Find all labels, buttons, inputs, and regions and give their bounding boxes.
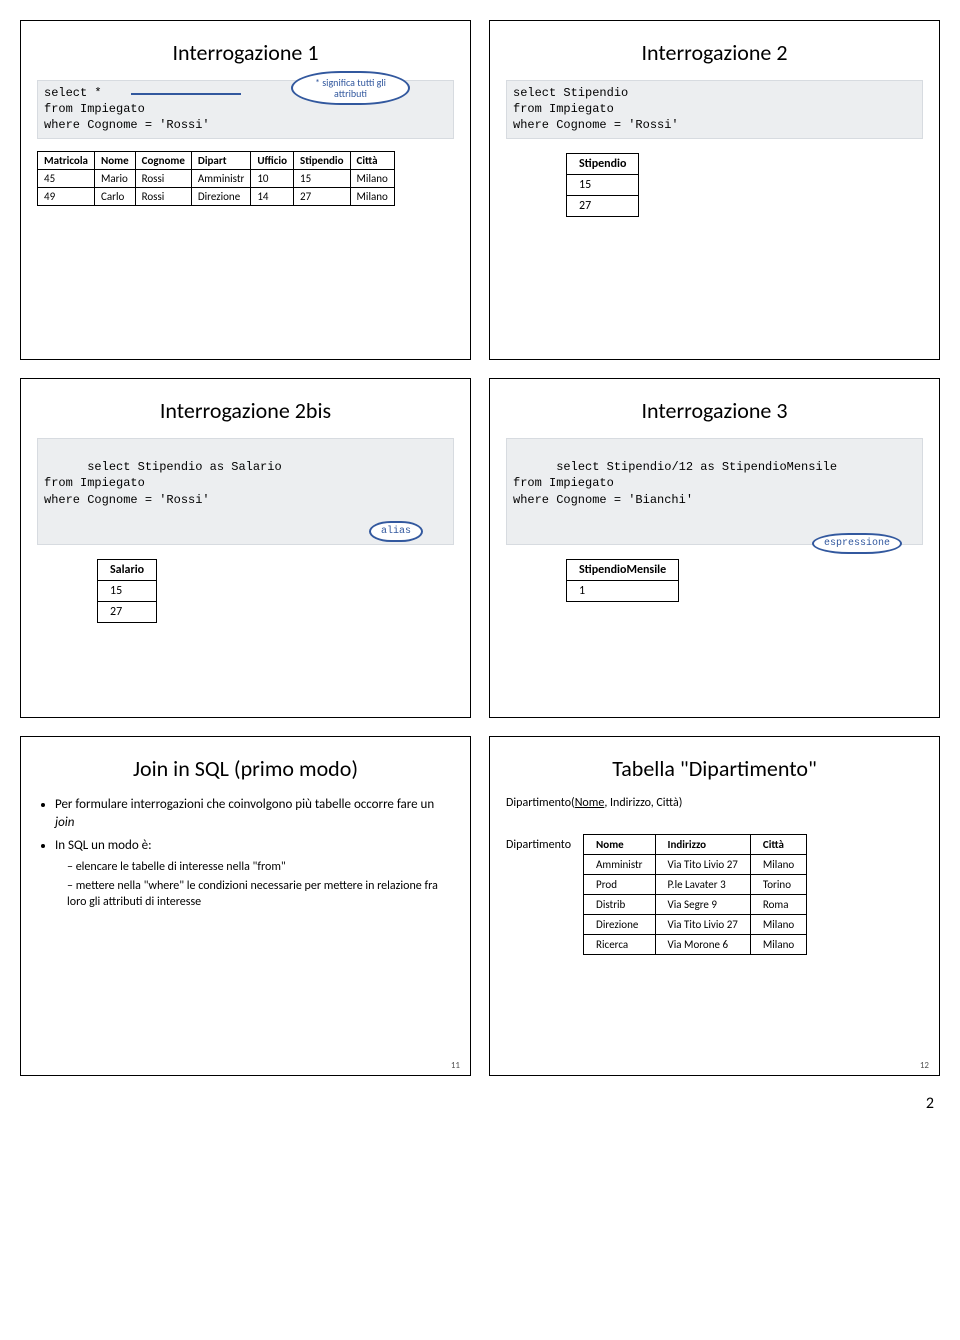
slide-title: Interrogazione 2bis <box>37 397 454 424</box>
result-table: Salario 15 27 <box>97 559 157 623</box>
result-table: Stipendio 15 27 <box>566 153 639 217</box>
slide-interrogazione-1: Interrogazione 1 select * from Impiegato… <box>20 20 471 360</box>
slide-grid: Interrogazione 1 select * from Impiegato… <box>20 20 940 1076</box>
result-table: Matricola Nome Cognome Dipart Ufficio St… <box>37 151 395 206</box>
sql-text: select Stipendio as Salario from Impiega… <box>44 460 282 506</box>
table-label: Dipartimento <box>506 820 571 852</box>
schema-line: Dipartimento(Nome, Indirizzo, Città) <box>506 796 923 810</box>
table-row: 49CarloRossiDirezione1427Milano <box>38 187 395 205</box>
col-header: Stipendio <box>567 153 639 174</box>
slide-number: 12 <box>920 1060 929 1071</box>
slide-number: 11 <box>451 1060 460 1071</box>
table-row: 1 <box>567 581 679 602</box>
table-row: DistribVia Segre 9Roma <box>584 895 807 915</box>
dipartimento-table: Nome Indirizzo Città AmministrVia Tito L… <box>583 834 807 955</box>
slide-title: Interrogazione 1 <box>37 39 454 66</box>
col-header: Matricola <box>38 151 95 169</box>
sql-code: select Stipendio as Salario from Impiega… <box>37 438 454 545</box>
list-item: Per formulare interrogazioni che coinvol… <box>55 796 454 831</box>
col-header: Città <box>750 835 806 855</box>
col-header: Cognome <box>135 151 191 169</box>
bullet-list: Per formulare interrogazioni che coinvol… <box>37 796 454 910</box>
list-item: elencare le tabelle di interesse nella "… <box>67 859 454 875</box>
col-header: Indirizzo <box>655 835 750 855</box>
sub-list: elencare le tabelle di interesse nella "… <box>55 859 454 911</box>
col-header: Città <box>350 151 394 169</box>
table-row: AmministrVia Tito Livio 27Milano <box>584 855 807 875</box>
col-header: Stipendio <box>294 151 351 169</box>
slide-title: Interrogazione 2 <box>506 39 923 66</box>
sql-code: select Stipendio/12 as StipendioMensile … <box>506 438 923 545</box>
table-row: 15 <box>98 581 157 602</box>
sql-code: select Stipendio from Impiegato where Co… <box>506 80 923 139</box>
table-row: 27 <box>567 195 639 216</box>
col-header: Ufficio <box>251 151 294 169</box>
slide-tabella-dipartimento: Tabella "Dipartimento" Dipartimento(Nome… <box>489 736 940 1076</box>
table-with-label: Dipartimento Nome Indirizzo Città Ammini… <box>506 820 923 955</box>
table-row: RicercaVia Morone 6Milano <box>584 935 807 955</box>
table-row: 27 <box>98 602 157 623</box>
tag-bubble: espressione <box>812 533 902 555</box>
table-row: DirezioneVia Tito Livio 27Milano <box>584 915 807 935</box>
slide-join-sql: Join in SQL (primo modo) Per formulare i… <box>20 736 471 1076</box>
slide-interrogazione-3: Interrogazione 3 select Stipendio/12 as … <box>489 378 940 718</box>
sql-text: select Stipendio/12 as StipendioMensile … <box>513 460 837 506</box>
slide-title: Join in SQL (primo modo) <box>37 755 454 782</box>
result-table: StipendioMensile 1 <box>566 559 679 602</box>
col-header: Dipart <box>191 151 250 169</box>
table-row: 45MarioRossiAmministr1015Milano <box>38 169 395 187</box>
col-header: Salario <box>98 560 157 581</box>
slide-interrogazione-2: Interrogazione 2 select Stipendio from I… <box>489 20 940 360</box>
table-row: ProdP.le Lavater 3Torino <box>584 875 807 895</box>
table-row: 15 <box>567 174 639 195</box>
list-item: In SQL un modo è: elencare le tabelle di… <box>55 837 454 910</box>
slide-title: Interrogazione 3 <box>506 397 923 424</box>
col-header: Nome <box>94 151 135 169</box>
connector-line <box>131 93 241 95</box>
note-bubble: * significa tutti gli attributi <box>291 71 410 105</box>
page-number: 2 <box>20 1094 940 1113</box>
tag-bubble: alias <box>369 521 423 543</box>
col-header: StipendioMensile <box>567 560 679 581</box>
slide-title: Tabella "Dipartimento" <box>506 755 923 782</box>
slide-interrogazione-2bis: Interrogazione 2bis select Stipendio as … <box>20 378 471 718</box>
list-item: mettere nella "where" le condizioni nece… <box>67 878 454 910</box>
col-header: Nome <box>584 835 655 855</box>
